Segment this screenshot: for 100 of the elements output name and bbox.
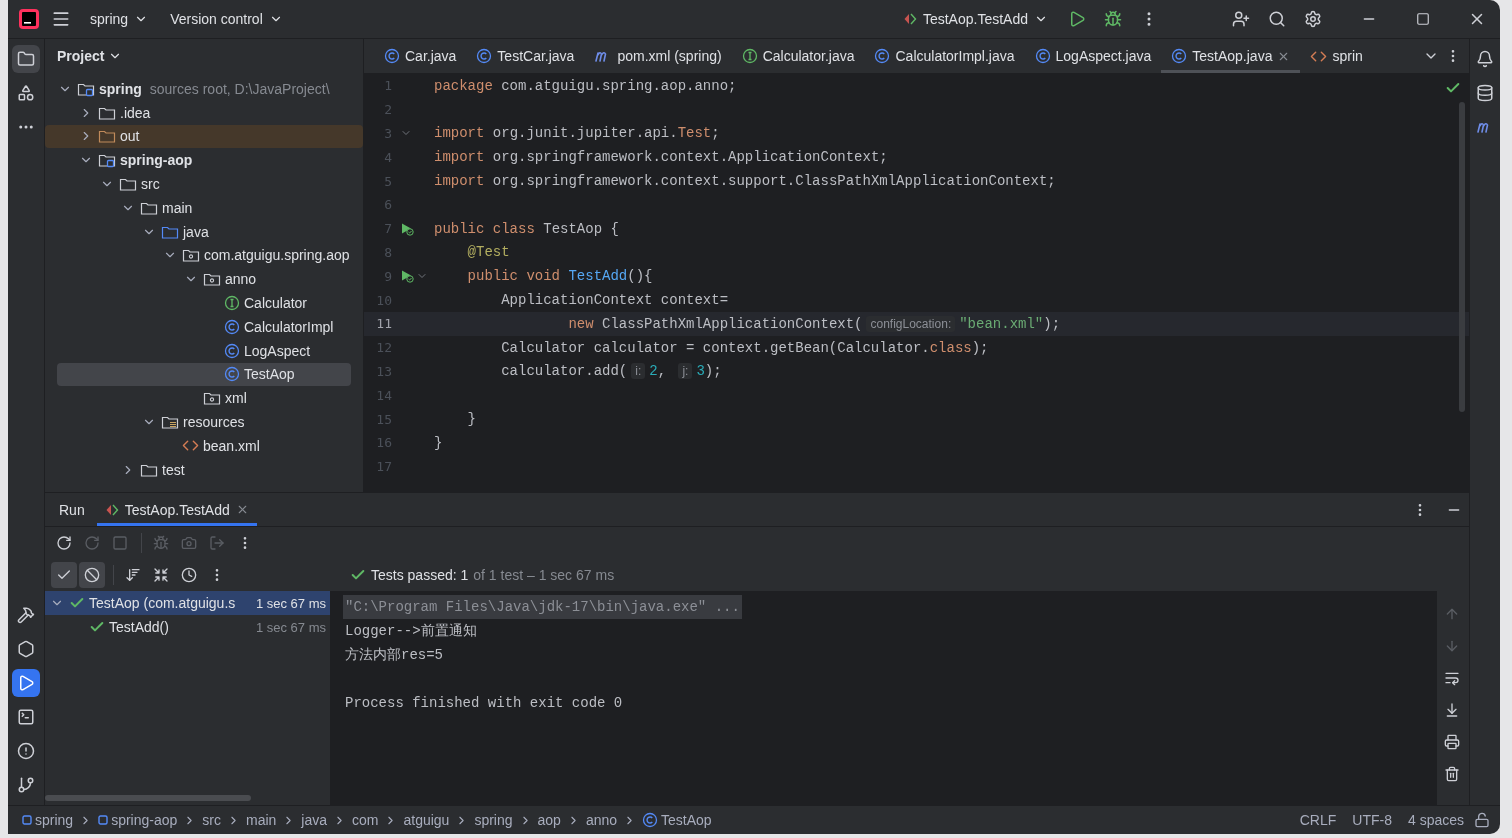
tree-item-label: anno bbox=[225, 271, 257, 288]
run-config-dropdown[interactable]: TestAop.TestAdd bbox=[894, 5, 1056, 33]
test-duration: 1 sec 67 ms bbox=[255, 619, 326, 635]
status-item[interactable]: UTF-8 bbox=[1346, 812, 1398, 828]
test-config-icon bbox=[104, 502, 119, 517]
class-icon bbox=[224, 318, 240, 335]
editor-tab[interactable]: pom.xml (spring) bbox=[584, 39, 732, 73]
tests-summary: Tests passed: 1 bbox=[371, 567, 469, 583]
code-line: new ClassPathXmlApplicationContext( configLocation: "bean.xml"); bbox=[567, 315, 1061, 332]
tree-item-label: java bbox=[183, 223, 209, 240]
class-icon bbox=[874, 48, 891, 64]
tree-item[interactable]: resources bbox=[45, 410, 363, 434]
ban-icon[interactable] bbox=[79, 562, 105, 588]
editor-tab[interactable]: Car.java bbox=[374, 39, 467, 73]
code-line: import org.springframework.context.ApplicationContext; bbox=[434, 149, 888, 166]
tree-item-label: main bbox=[162, 199, 193, 216]
folder-icon bbox=[119, 176, 137, 193]
editor-tab[interactable]: sprin bbox=[1300, 39, 1373, 73]
run-icon[interactable] bbox=[12, 669, 40, 697]
project-dropdown[interactable]: spring bbox=[82, 5, 157, 33]
tree-item-label: src bbox=[141, 176, 160, 193]
run-tab[interactable]: Run bbox=[51, 493, 93, 526]
resources-folder-icon bbox=[161, 414, 179, 431]
tree-item-label: spring-aop bbox=[120, 152, 193, 169]
scrollbar[interactable] bbox=[45, 795, 251, 801]
tree-item[interactable]: out bbox=[45, 124, 363, 149]
class-icon bbox=[224, 342, 240, 359]
test-duration: 1 sec 67 ms bbox=[255, 595, 326, 611]
tree-item[interactable]: xml bbox=[45, 386, 363, 411]
run-tab[interactable]: TestAop.TestAdd bbox=[96, 493, 257, 526]
scrollbar[interactable] bbox=[1459, 102, 1465, 412]
app-logo bbox=[18, 8, 40, 30]
tree-item-label: out bbox=[120, 128, 140, 145]
tree-item[interactable]: src bbox=[45, 172, 363, 196]
breadcrumb[interactable]: TestAop bbox=[640, 812, 714, 828]
module-icon bbox=[22, 815, 32, 825]
tree-item[interactable]: TestAop bbox=[57, 362, 351, 387]
interface-icon bbox=[741, 48, 758, 64]
tree-item-label: Calculator bbox=[244, 295, 308, 312]
code-line: @Test bbox=[466, 244, 510, 261]
project-panel-title[interactable]: Project bbox=[45, 39, 123, 73]
check-icon[interactable] bbox=[51, 562, 77, 588]
class-icon bbox=[1034, 48, 1051, 64]
tree-item[interactable]: main bbox=[45, 196, 363, 220]
editor-tab[interactable]: CalculatorImpl.java bbox=[864, 39, 1025, 73]
tree-item[interactable]: spring-aop bbox=[45, 148, 363, 173]
tree-item[interactable]: anno bbox=[45, 267, 363, 292]
test-name: TestAop (com.atguigu.s bbox=[89, 595, 237, 611]
test-item[interactable]: TestAdd() 1 sec 67 ms bbox=[45, 615, 330, 639]
unlock-icon bbox=[1474, 812, 1490, 828]
test-name: TestAdd() bbox=[109, 619, 170, 635]
tree-item-label: com.atguigu.spring.aop bbox=[204, 247, 350, 264]
code-line: public class TestAop { bbox=[434, 220, 619, 237]
class-icon bbox=[384, 48, 400, 64]
code-line: public void TestAdd(){ bbox=[466, 268, 653, 285]
tree-item[interactable]: bean.xml bbox=[45, 433, 363, 458]
test-config-icon bbox=[902, 12, 917, 26]
tree-item-label: CalculatorImpl bbox=[244, 318, 334, 335]
breadcrumb[interactable]: com bbox=[350, 812, 381, 828]
editor-tab[interactable]: TestCar.java bbox=[466, 39, 585, 73]
tree-item-label: spring bbox=[99, 80, 142, 97]
test-item[interactable]: TestAop (com.atguigu.s 1 sec 67 ms bbox=[45, 591, 330, 615]
code-line: Calculator calculator = context.getBean(Calculator.class); bbox=[500, 339, 989, 356]
status-item[interactable]: 4 spaces bbox=[1401, 812, 1470, 828]
tree-item[interactable]: LogAspect bbox=[45, 338, 363, 363]
vcs-dropdown[interactable]: Version control bbox=[162, 5, 291, 33]
folder-icon bbox=[98, 128, 116, 145]
tree-item[interactable]: spring sources root, D:\JavaProject\ bbox=[45, 77, 363, 101]
tree-item-hint: sources root, D:\JavaProject\ bbox=[149, 80, 330, 97]
breadcrumb[interactable]: aop bbox=[535, 812, 563, 828]
line-number: 11 bbox=[375, 316, 392, 332]
tree-item[interactable]: com.atguigu.spring.aop bbox=[45, 243, 363, 268]
code-line: import org.junit.jupiter.api.Test; bbox=[434, 125, 720, 142]
console-line: 方法内部res=5 bbox=[344, 646, 444, 665]
breadcrumb[interactable]: main bbox=[243, 812, 279, 828]
tree-item[interactable]: CalculatorImpl bbox=[45, 314, 363, 339]
breadcrumb[interactable]: spring-aop bbox=[96, 812, 180, 828]
breadcrumb[interactable]: spring bbox=[20, 812, 76, 828]
breadcrumb[interactable]: spring bbox=[472, 812, 515, 828]
breadcrumb[interactable]: src bbox=[200, 812, 223, 828]
tests-summary-detail: of 1 test – 1 sec 67 ms bbox=[473, 567, 615, 583]
code-line: ApplicationContext context= bbox=[500, 292, 729, 309]
tree-item[interactable]: java bbox=[45, 219, 363, 244]
status-item[interactable]: CRLF bbox=[1293, 812, 1343, 828]
tree-item[interactable]: .idea bbox=[45, 100, 363, 125]
tree-item[interactable]: test bbox=[45, 457, 363, 482]
tree-item-label: test bbox=[162, 461, 185, 478]
console-line: Logger-->前置通知 bbox=[344, 622, 478, 641]
breadcrumb[interactable]: anno bbox=[583, 812, 620, 828]
folder-icon[interactable] bbox=[12, 45, 40, 73]
breadcrumb[interactable]: java bbox=[299, 812, 329, 828]
package-icon bbox=[203, 271, 221, 288]
tree-item-label: TestAop bbox=[244, 366, 295, 383]
code-line: calculator.add( i: 2, j: 3); bbox=[500, 363, 722, 380]
breadcrumb[interactable]: atguigu bbox=[401, 812, 452, 828]
code-line: import org.springframework.context.support.ClassPathXmlApplicationContext; bbox=[434, 173, 1056, 190]
tree-item[interactable]: Calculator bbox=[45, 291, 363, 315]
editor-tab[interactable]: LogAspect.java bbox=[1024, 39, 1162, 73]
code-line: } bbox=[466, 411, 476, 428]
editor-tab[interactable]: Calculator.java bbox=[731, 39, 865, 73]
